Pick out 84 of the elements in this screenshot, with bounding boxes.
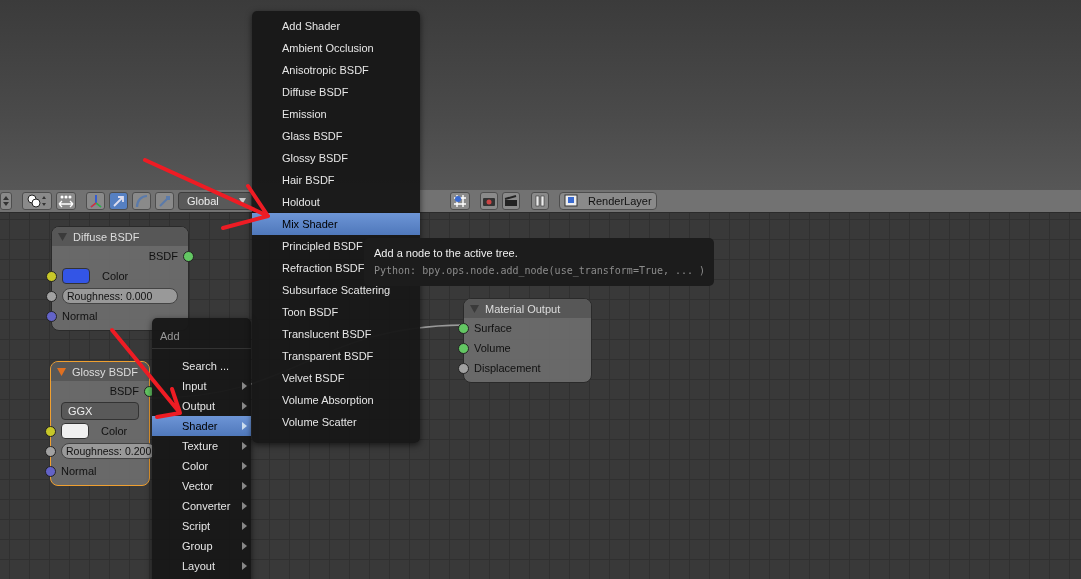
menu-item[interactable]: Subsurface Scattering (252, 279, 420, 301)
submenu-arrow-icon (242, 502, 247, 510)
menu-item[interactable]: Emission (252, 103, 420, 125)
socket-dot[interactable] (46, 271, 57, 282)
menu-item[interactable]: Mix Shader (252, 213, 420, 235)
socket-label: Displacement (474, 362, 541, 374)
menu-item[interactable]: Hair BSDF (252, 169, 420, 191)
tooltip-text: Add a node to the active tree. (374, 247, 519, 259)
menu-item[interactable]: Volume Absorption (252, 389, 420, 411)
menu-item[interactable]: Toon BSDF (252, 301, 420, 323)
render-button[interactable] (480, 192, 498, 210)
submenu-arrow-icon (242, 542, 247, 550)
snap-button[interactable] (450, 192, 470, 210)
submenu-arrow-icon (242, 422, 247, 430)
pivot-button[interactable] (22, 192, 52, 210)
socket-dot[interactable] (45, 466, 56, 477)
menu-item[interactable]: Glossy BSDF (252, 147, 420, 169)
submenu-arrow-icon (242, 482, 247, 490)
distribution-dropdown[interactable]: GGX (61, 402, 139, 420)
manipulator-button[interactable] (86, 192, 105, 210)
updown-icon (3, 195, 9, 207)
animation-button[interactable] (502, 192, 520, 210)
socket-label: Color (101, 425, 128, 437)
socket-dot[interactable] (45, 426, 56, 437)
caret-icon (239, 198, 246, 204)
submenu-arrow-icon (242, 562, 247, 570)
menu-item[interactable]: Anisotropic BSDF (252, 59, 420, 81)
image-icon (564, 194, 580, 208)
menu-item[interactable]: Velvet BSDF (252, 367, 420, 389)
menu-item[interactable]: Diffuse BSDF (252, 81, 420, 103)
menu-item[interactable]: Shader (152, 416, 251, 436)
submenu-arrow-icon (242, 522, 247, 530)
value-field[interactable]: Roughness: 0.000 (62, 288, 178, 304)
menu-item[interactable]: Ambient Occlusion (252, 37, 420, 59)
menu-item[interactable]: Layout (152, 556, 251, 576)
clapper-icon (504, 195, 518, 207)
python-hint: Python: bpy.ops.node.add_node(use_transform=True, ... ) (374, 265, 704, 276)
arc-icon (134, 194, 149, 208)
color-swatch[interactable] (61, 423, 89, 439)
menu-item[interactable]: Glass BSDF (252, 125, 420, 147)
submenu-arrow-icon (242, 402, 247, 410)
socket-label: Normal (61, 465, 97, 477)
dots-arrow-icon (58, 194, 74, 208)
menu-item[interactable]: Translucent BSDF (252, 323, 420, 345)
socket-label: Normal (62, 310, 98, 322)
axes-icon (88, 194, 103, 208)
menu-item[interactable]: Converter (152, 496, 251, 516)
node-title: Diffuse BSDF (73, 230, 140, 243)
submenu-arrow-icon (242, 382, 247, 390)
arrow-icon (111, 194, 126, 208)
submenu-arrow-icon (242, 442, 247, 450)
socket-label: BSDF (148, 250, 178, 262)
manipulator-button[interactable] (109, 192, 128, 210)
socket-dot[interactable] (46, 311, 57, 322)
socket-label: Volume (474, 342, 511, 354)
pause-icon (535, 195, 545, 207)
socket-dot[interactable] (458, 363, 469, 374)
menu-item[interactable]: Add Shader (252, 15, 420, 37)
spinner-button[interactable] (0, 192, 12, 210)
menu-item[interactable]: Holdout (252, 191, 420, 213)
socket-dot[interactable] (458, 343, 469, 354)
menu-item[interactable]: Script (152, 516, 251, 536)
socket-label: Color (102, 270, 129, 282)
socket-dot[interactable] (46, 291, 57, 302)
node-title: Glossy BSDF (72, 365, 138, 378)
menu-item[interactable]: Transparent BSDF (252, 345, 420, 367)
render-layer-button[interactable]: RenderLayer (559, 192, 657, 210)
socket-label: BSDF (109, 385, 139, 397)
scale-icon (157, 194, 172, 208)
socket-dot[interactable] (45, 446, 56, 457)
menu-item[interactable]: Group (152, 536, 251, 556)
manipulator-toggle[interactable] (56, 192, 76, 210)
socket-dot[interactable] (183, 251, 194, 262)
camera-icon (482, 195, 496, 207)
node-title: Material Output (485, 302, 561, 315)
socket-label: Surface (474, 322, 512, 334)
pause-button[interactable] (531, 192, 549, 210)
menu-title: Add (152, 322, 251, 349)
socket-dot[interactable] (458, 323, 469, 334)
grid-icon (453, 194, 467, 208)
menu-item[interactable]: Volume Scatter (252, 411, 420, 433)
submenu-arrow-icon (242, 462, 247, 470)
circles-icon (27, 194, 47, 208)
color-swatch[interactable] (62, 268, 90, 284)
